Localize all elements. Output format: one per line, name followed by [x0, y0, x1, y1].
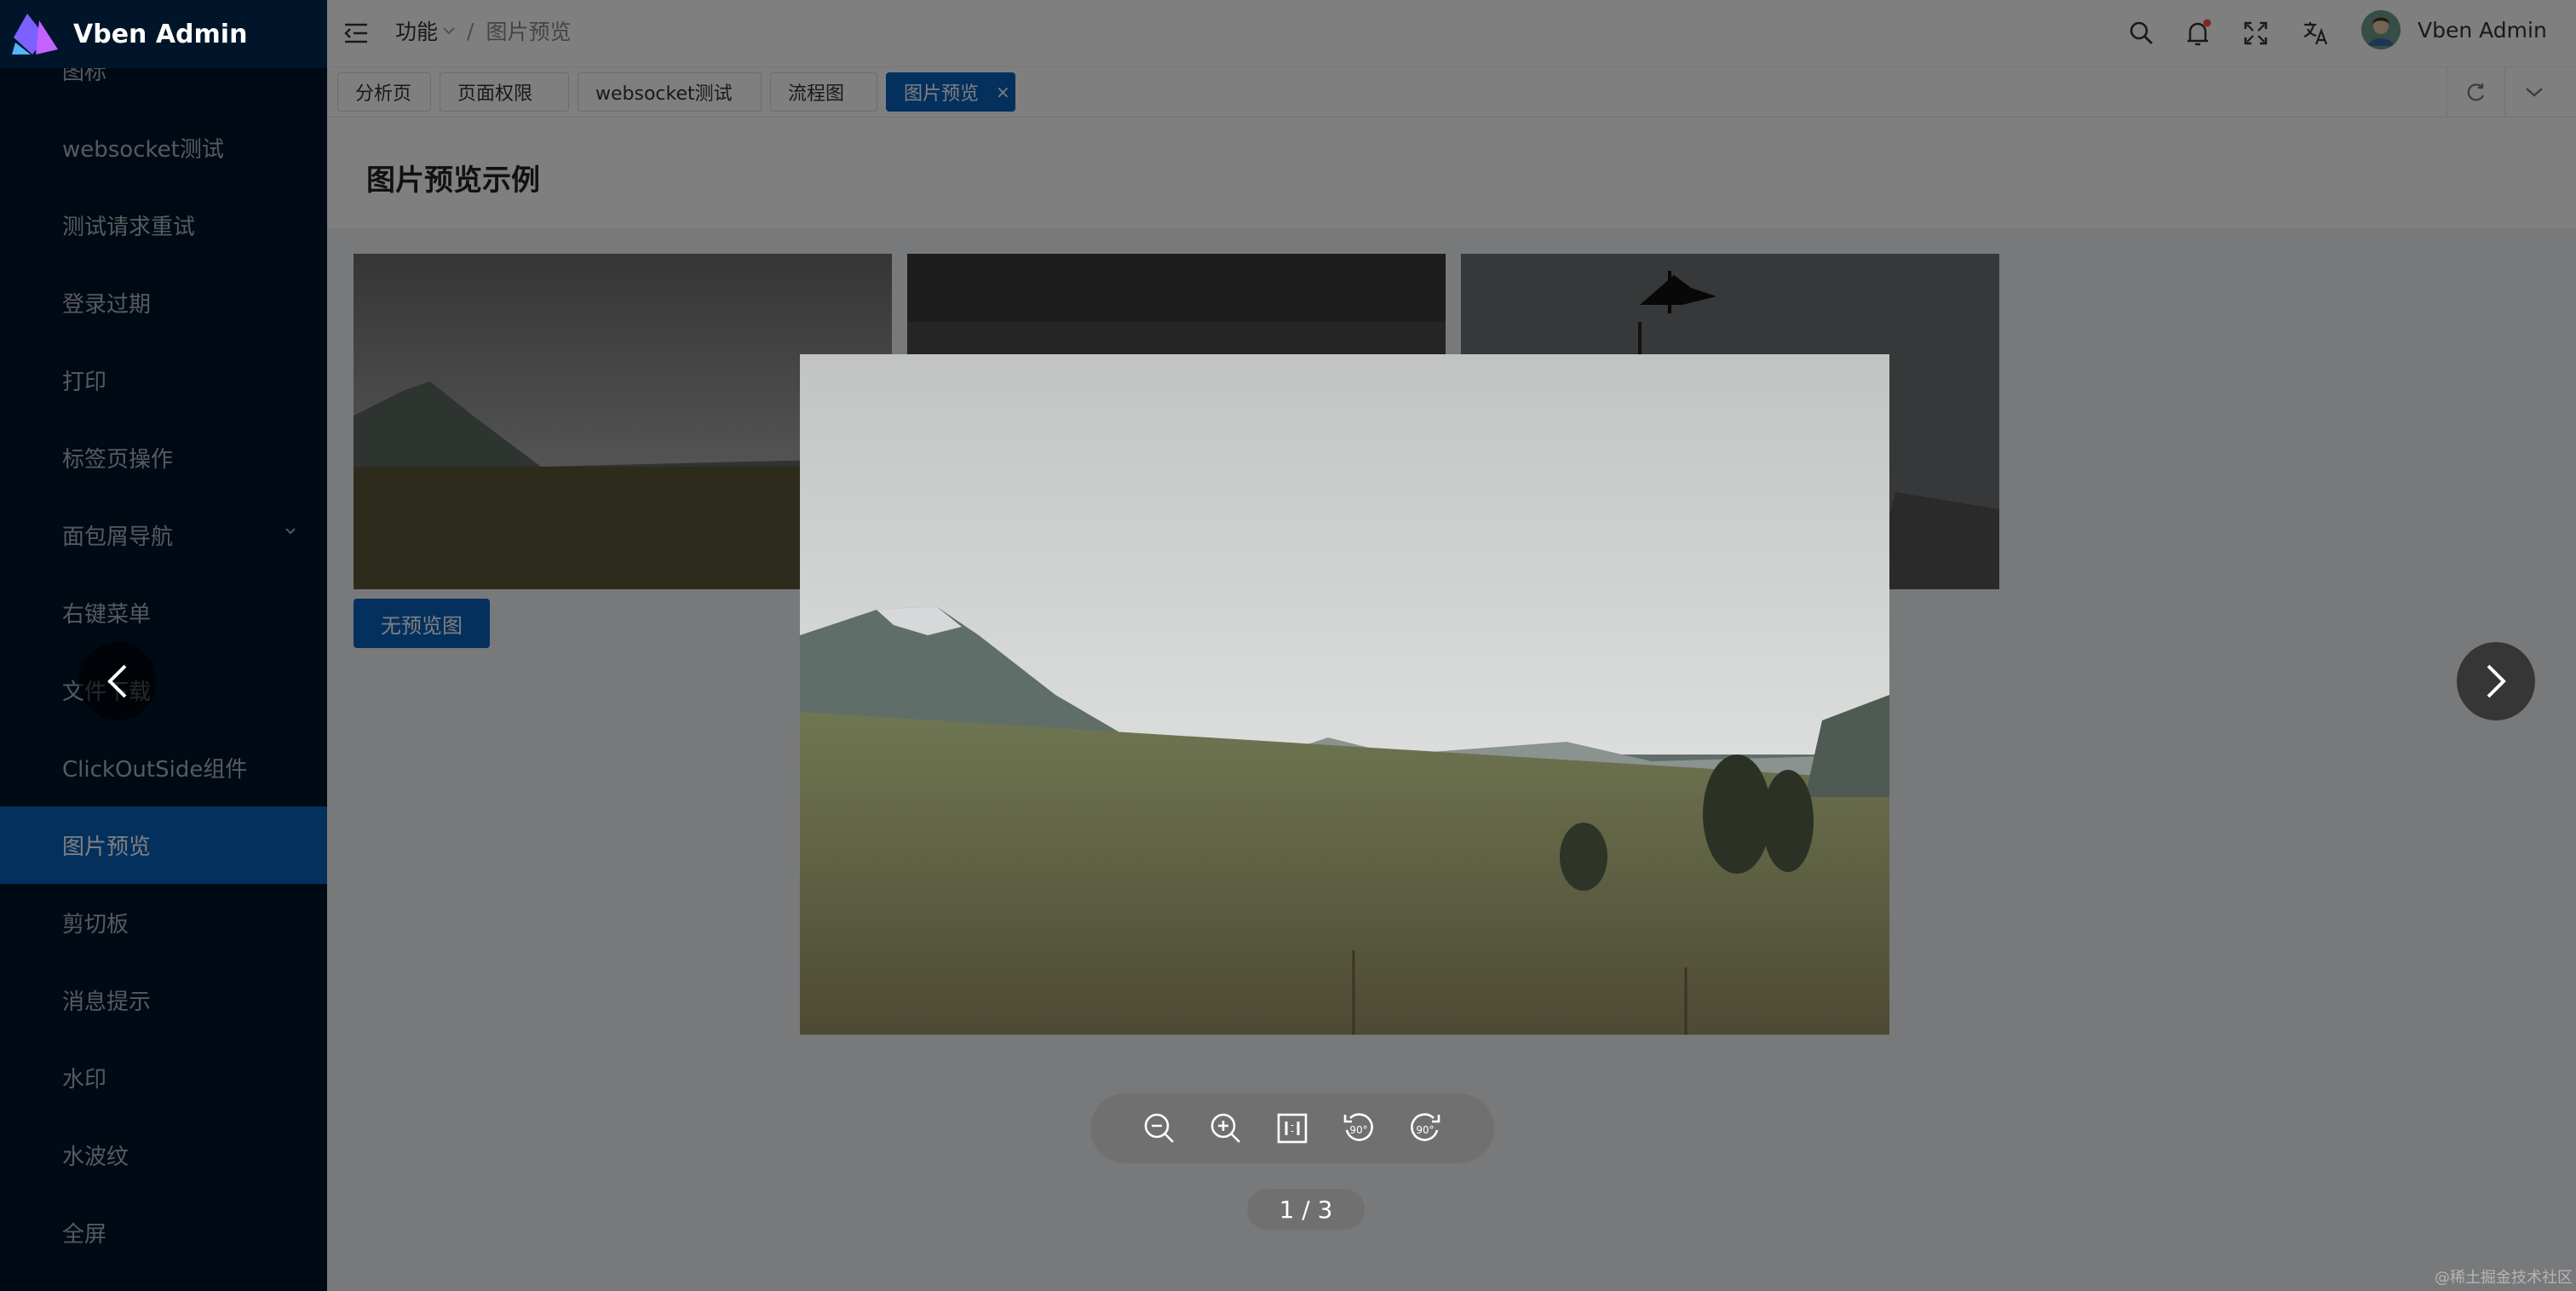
- rotate-left-icon: 90°: [1343, 1113, 1373, 1141]
- rotate-right-button[interactable]: 90°: [1407, 1110, 1443, 1146]
- rotate-left-button[interactable]: 90°: [1341, 1110, 1377, 1146]
- svg-text:90°: 90°: [1416, 1124, 1434, 1136]
- app-logo[interactable]: Vben Admin: [0, 0, 327, 68]
- zoom-in-button[interactable]: [1208, 1110, 1244, 1146]
- app-title: Vben Admin: [73, 19, 248, 49]
- zoom-in-icon: [1210, 1113, 1240, 1143]
- preview-next-button[interactable]: [2457, 642, 2535, 720]
- actual-size-button[interactable]: [1274, 1110, 1310, 1146]
- chevron-right-icon: [2487, 664, 2506, 698]
- preview-prev-button[interactable]: [78, 642, 157, 720]
- preview-toolbar: 90° 90°: [1090, 1093, 1494, 1163]
- watermark-text: @稀土掘金技术社区: [2435, 1269, 2573, 1287]
- rotate-right-icon: 90°: [1411, 1113, 1440, 1141]
- zoom-out-icon: [1144, 1113, 1174, 1143]
- one-to-one-icon: [1277, 1113, 1308, 1144]
- svg-text:90°: 90°: [1349, 1124, 1367, 1136]
- preview-counter: 1 / 3: [1247, 1189, 1365, 1230]
- preview-image[interactable]: [800, 354, 1889, 1035]
- chevron-left-icon: [107, 664, 127, 698]
- vben-logo-icon: [12, 14, 58, 55]
- zoom-out-button[interactable]: [1141, 1110, 1177, 1146]
